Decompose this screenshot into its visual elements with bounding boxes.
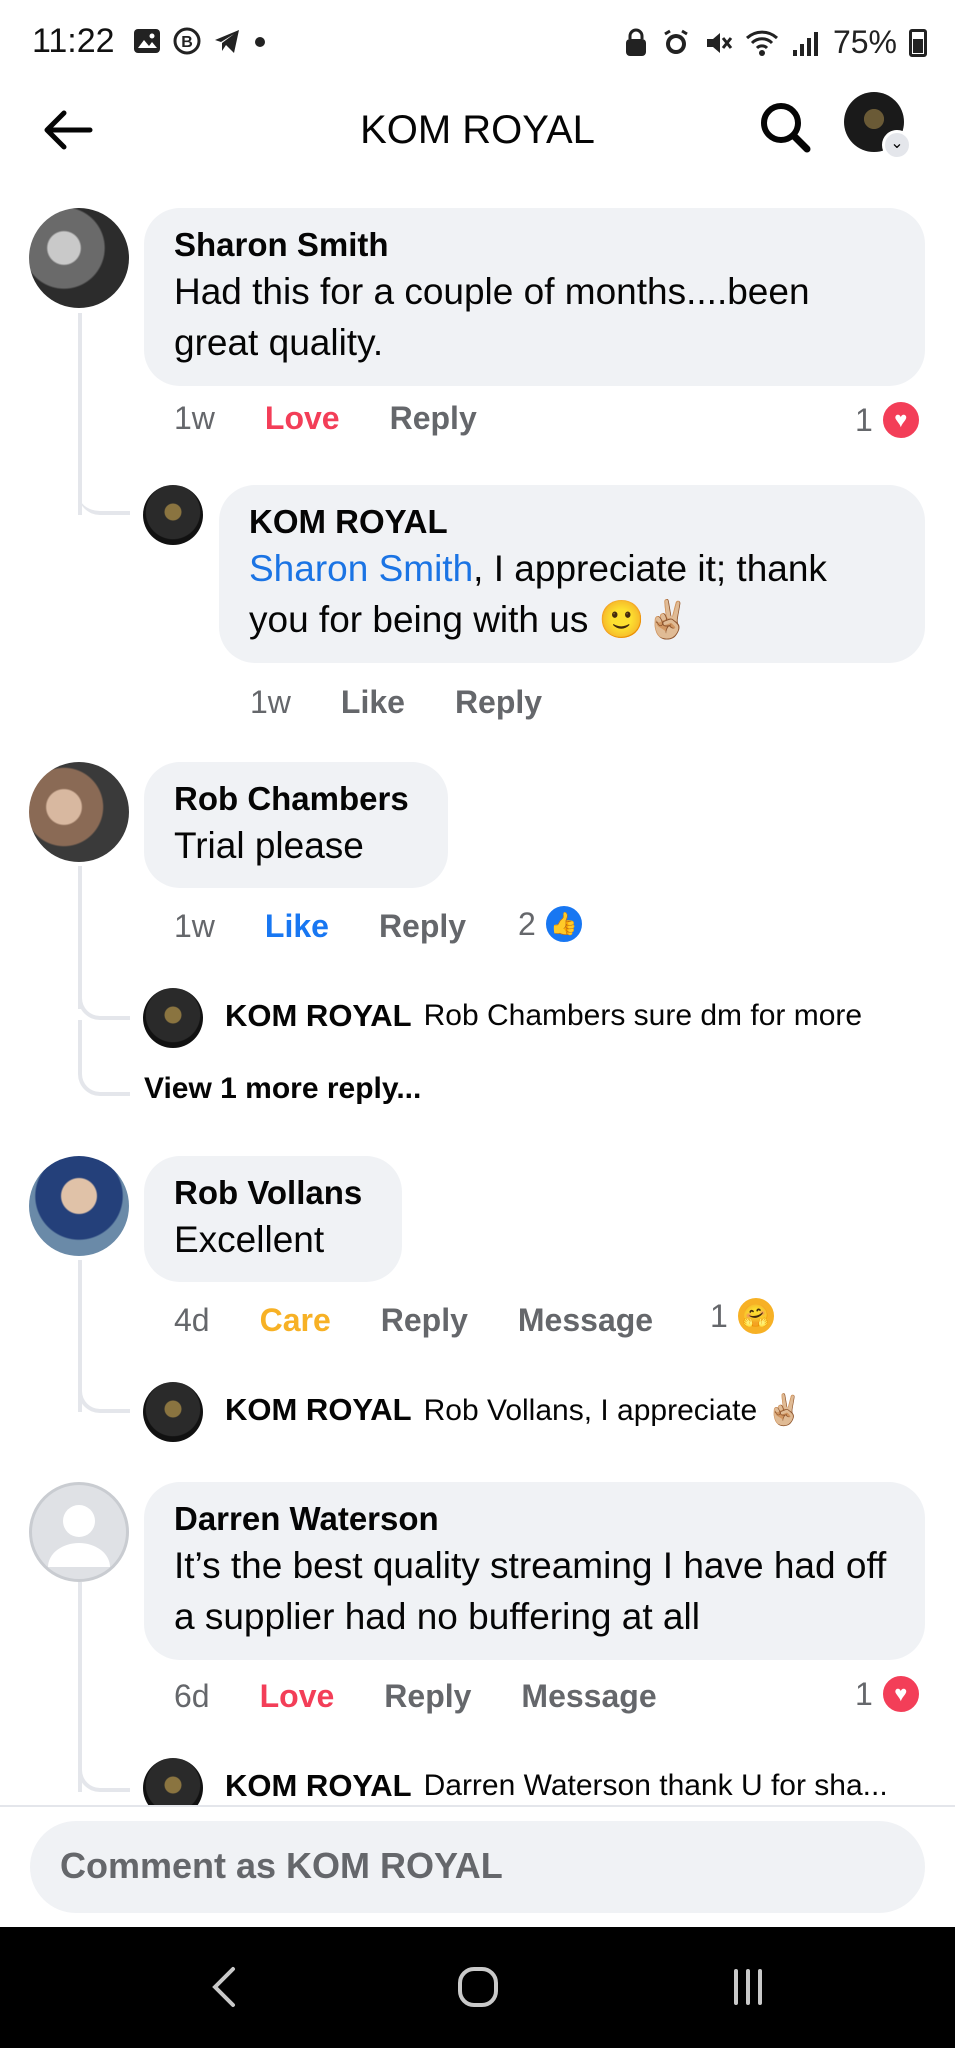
battery-icon (909, 28, 927, 57)
thread-connector (78, 1020, 130, 1096)
heart-icon: ♥ (880, 1674, 921, 1714)
status-time: 11:22 (32, 22, 115, 60)
care-reaction-icon: 🤗 (735, 1296, 776, 1336)
reaction-count-number: 1 (710, 1297, 728, 1334)
avatar[interactable] (29, 208, 129, 308)
comment-author[interactable]: Rob Chambers (174, 778, 418, 820)
avatar[interactable] (29, 762, 129, 862)
reply-author[interactable]: KOM ROYAL (225, 1768, 412, 1804)
message-button[interactable]: Message (521, 1678, 656, 1715)
profile-avatar[interactable]: ⌄ (844, 92, 912, 160)
reply-text: Rob Vollans, I appreciate ✌🏼 (423, 1393, 803, 1427)
comment-bubble: Rob Vollans Excellent (144, 1156, 402, 1282)
avatar[interactable] (29, 1156, 129, 1256)
comment-text: Excellent (174, 1219, 325, 1260)
reply-author[interactable]: KOM ROYAL (225, 998, 412, 1034)
avatar[interactable] (143, 485, 203, 545)
like-button[interactable]: Like (341, 684, 405, 721)
default-avatar[interactable] (29, 1482, 129, 1582)
comment-actions: 1w Like Reply (174, 908, 516, 945)
reaction-count[interactable]: 1 ♥ (855, 400, 921, 440)
comment-author[interactable]: Rob Vollans (174, 1172, 372, 1214)
comment-time: 6d (174, 1678, 210, 1714)
thread-connector (78, 980, 130, 1020)
comment-composer-bar: Comment as KOM ROYAL (0, 1805, 955, 1927)
signal-icon (792, 31, 818, 56)
system-navigation-bar (0, 1927, 955, 2048)
heart-icon: ♥ (880, 400, 921, 440)
comment-actions: 1w Love Reply (174, 400, 527, 437)
reply-author[interactable]: KOM ROYAL (249, 501, 895, 543)
reply-text: Rob Chambers sure dm for more (423, 999, 863, 1032)
comment-input[interactable]: Comment as KOM ROYAL (30, 1821, 925, 1913)
reply-button[interactable]: Reply (381, 1302, 468, 1339)
avatar[interactable] (143, 988, 203, 1048)
reaction-count[interactable]: 2 👍 (518, 904, 584, 944)
reply-button[interactable]: Reply (379, 908, 466, 945)
reply-actions: 1w Like Reply (250, 684, 592, 721)
reaction-count[interactable]: 1 🤗 (710, 1296, 776, 1336)
comment-actions: 6d Love Reply Message (174, 1678, 707, 1715)
system-icons: 75% (623, 24, 927, 61)
comment-author[interactable]: Sharon Smith (174, 224, 895, 266)
notification-icons: B (132, 26, 268, 56)
wifi-icon (745, 30, 778, 56)
search-icon[interactable] (756, 98, 816, 158)
thread-connector (78, 1750, 130, 1792)
love-button[interactable]: Love (260, 1678, 335, 1715)
care-button[interactable]: Care (260, 1302, 331, 1339)
reply-text: Darren Waterson thank U for sha... (423, 1769, 888, 1802)
comment-bubble: Darren Waterson It’s the best quality st… (144, 1482, 925, 1660)
reply-button[interactable]: Reply (384, 1678, 471, 1715)
b-badge-icon: B (173, 27, 201, 55)
telegram-icon (215, 30, 239, 53)
comment-time: 1w (174, 908, 215, 944)
page-header: KOM ROYAL ⌄ (0, 84, 955, 194)
reply-preview[interactable]: KOM ROYAL Rob Vollans, I appreciate ✌🏼 (225, 1392, 803, 1428)
view-more-replies-link[interactable]: View 1 more reply... (144, 1072, 421, 1106)
mute-icon (706, 32, 733, 53)
like-button[interactable]: Like (265, 908, 329, 945)
mention-link[interactable]: Sharon Smith (249, 548, 473, 589)
reaction-count[interactable]: 1 ♥ (855, 1674, 921, 1714)
chevron-down-icon: ⌄ (882, 130, 912, 160)
reaction-count-number: 1 (855, 401, 873, 438)
comment-text: It’s the best quality streaming I have h… (174, 1545, 887, 1637)
comment-bubble: Rob Chambers Trial please (144, 762, 448, 888)
nav-back-icon[interactable] (195, 1957, 255, 2017)
reaction-count-number: 2 (518, 905, 536, 942)
reply-preview[interactable]: KOM ROYAL Darren Waterson thank U for sh… (225, 1768, 888, 1804)
thread-connector (78, 1375, 130, 1413)
svg-text:B: B (181, 34, 193, 51)
alarm-icon (664, 29, 688, 54)
battery-percent: 75% (832, 24, 897, 60)
thumbs-up-icon: 👍 (543, 904, 584, 944)
message-button[interactable]: Message (518, 1302, 653, 1339)
comment-text: Trial please (174, 825, 364, 866)
comment-time: 1w (174, 400, 215, 436)
reply-bubble: KOM ROYAL Sharon Smith, I appreciate it;… (219, 485, 925, 663)
comment-text: Had this for a couple of months....been … (174, 271, 810, 363)
nav-home-icon[interactable] (448, 1957, 508, 2017)
reply-preview[interactable]: KOM ROYAL Rob Chambers sure dm for more (225, 998, 862, 1034)
love-button[interactable]: Love (265, 400, 340, 437)
reply-author[interactable]: KOM ROYAL (225, 1392, 412, 1428)
lock-screen-icon (625, 28, 646, 56)
dot-icon (255, 37, 265, 47)
nav-recents-icon[interactable] (718, 1957, 778, 2017)
reaction-count-number: 1 (855, 1675, 873, 1712)
comment-bubble: Sharon Smith Had this for a couple of mo… (144, 208, 925, 386)
person-silhouette-icon (48, 1505, 110, 1567)
reply-time: 1w (250, 684, 291, 720)
avatar[interactable] (143, 1382, 203, 1442)
reply-button[interactable]: Reply (390, 400, 477, 437)
reply-text: Sharon Smith, I appreciate it; thank you… (249, 543, 895, 645)
reply-button[interactable]: Reply (455, 684, 542, 721)
comment-actions: 4d Care Reply Message (174, 1302, 703, 1339)
comment-author[interactable]: Darren Waterson (174, 1498, 895, 1540)
thread-connector (78, 460, 130, 515)
comment-time: 4d (174, 1302, 210, 1338)
gallery-icon (134, 29, 160, 53)
status-bar: 11:22 B 75% (0, 0, 955, 84)
